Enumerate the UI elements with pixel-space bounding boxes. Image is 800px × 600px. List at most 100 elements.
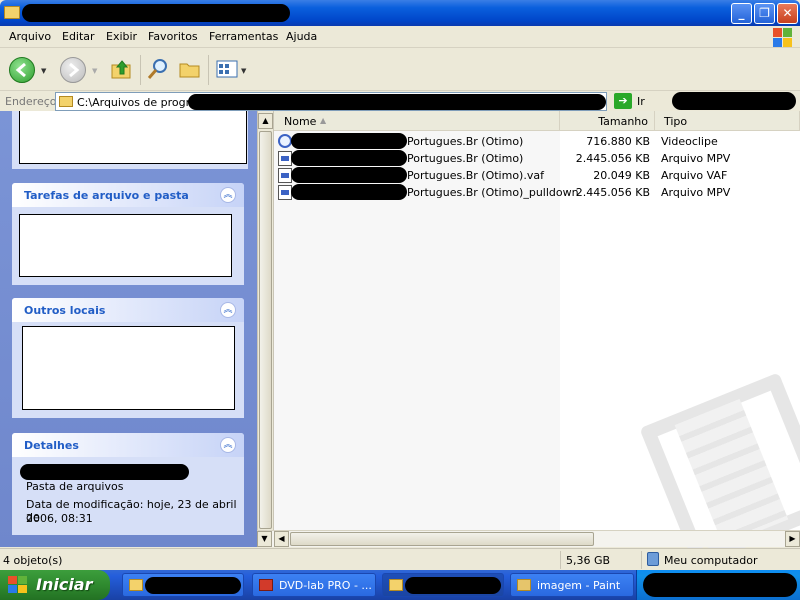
taskbar-paint[interactable]: imagem - Paint [510,573,634,597]
status-separator [641,551,642,569]
minimize-button[interactable]: _ [731,3,752,24]
menu-favoritos[interactable]: Favoritos [148,30,198,43]
file-name: Portugues.Br (Otimo) [407,152,524,165]
file-name: Portugues.Br (Otimo).vaf [407,169,544,182]
menu-bar: Arquivo Editar Exibir Favoritos Ferramen… [0,26,800,48]
start-label: Iniciar [36,575,93,594]
taskbar-dvdlab[interactable]: DVD-lab PRO - ... [252,573,376,597]
location-label: Meu computador [664,554,758,567]
scroll-down-icon[interactable]: ▼ [257,531,272,547]
file-row[interactable]: Portugues.Br (Otimo)_pulldown 2.445.056 … [274,184,800,201]
paint-icon [517,579,531,591]
file-row[interactable]: Portugues.Br (Otimo) 2.445.056 KB Arquiv… [274,150,800,167]
computer-icon [647,552,659,566]
other-places-title: Outros locais [24,304,106,317]
file-name: Portugues.Br (Otimo) [407,135,524,148]
collapse-icon[interactable]: ︽ [220,437,236,453]
column-size-label: Tamanho [598,115,648,128]
file-tasks-content [19,214,232,277]
video-clip-icon [278,134,292,148]
search-icon[interactable] [146,57,170,81]
file-row[interactable]: Portugues.Br (Otimo) 716.880 KB Videocli… [274,133,800,150]
redacted-path [188,94,606,110]
file-type: Arquivo MPV [661,152,731,165]
file-row[interactable]: Portugues.Br (Otimo).vaf 20.049 KB Arqui… [274,167,800,184]
go-arrow-icon[interactable]: ➔ [614,93,632,109]
system-tasks-content [19,111,247,164]
windows-logo-icon [8,576,28,594]
close-button[interactable]: ✕ [777,3,798,24]
object-count: 4 objeto(s) [3,554,63,567]
file-size: 2.445.056 KB [575,152,650,165]
scroll-right-icon[interactable]: ▶ [785,531,800,547]
collapse-icon[interactable]: ︽ [220,187,236,203]
taskbar-explorer-active[interactable] [382,573,504,597]
taskbar-explorer-1[interactable] [122,573,244,597]
status-bar: 4 objeto(s) 5,36 GB Meu computador [0,548,800,570]
file-tasks-title: Tarefas de arquivo e pasta [24,189,189,202]
folder-icon [129,579,143,591]
folder-icon [389,579,403,591]
scroll-up-icon[interactable]: ▲ [258,113,273,129]
sort-ascending-icon: ▲ [320,116,327,125]
other-places-panel: Outros locais ︽ [12,298,244,418]
toolbar-separator [140,55,141,85]
menu-ferramentas[interactable]: Ferramentas [209,30,278,43]
horizontal-scroll-thumb[interactable] [290,532,594,546]
menu-exibir[interactable]: Exibir [106,30,137,43]
file-icon [278,151,292,166]
menu-ajuda[interactable]: Ajuda [286,30,317,43]
menu-editar[interactable]: Editar [62,30,95,43]
back-dropdown-icon[interactable]: ▼ [41,67,46,75]
views-icon[interactable] [215,57,239,81]
address-label: Endereço [5,95,57,108]
redacted-task-label [405,577,501,594]
start-button[interactable]: Iniciar [0,570,110,600]
total-size: 5,36 GB [566,554,611,567]
horizontal-scrollbar[interactable]: ▼ ◀ ▶ [257,530,800,547]
forward-icon[interactable] [60,57,86,83]
file-type: Videoclipe [661,135,718,148]
taskbar: Iniciar DVD-lab PRO - ... imagem - Paint [0,570,800,600]
file-icon [278,185,292,200]
windows-logo-icon [772,27,792,47]
up-folder-icon[interactable] [110,57,134,81]
system-tray [636,570,800,600]
scroll-thumb[interactable] [259,131,272,529]
redacted-filename [291,167,407,183]
redacted-filename [291,184,407,200]
column-header-name[interactable]: Nome ▲ [274,111,560,131]
dvdlab-icon [259,579,273,591]
address-bar: Endereço C:\Arquivos de program ➔ Ir [0,91,800,111]
back-icon[interactable] [9,57,35,83]
folder-icon [4,6,20,19]
title-bar[interactable]: _ ❐ ✕ [0,0,800,26]
collapse-icon[interactable]: ︽ [220,302,236,318]
redacted-title [22,4,290,22]
column-type-label: Tipo [664,115,688,128]
other-places-header[interactable]: Outros locais ︽ [12,298,244,322]
menu-arquivo[interactable]: Arquivo [9,30,51,43]
details-panel: Detalhes ︽ Pasta de arquivos Data de mod… [12,433,244,535]
column-header-size[interactable]: Tamanho [560,111,655,131]
file-tasks-header[interactable]: Tarefas de arquivo e pasta ︽ [12,183,244,207]
forward-dropdown-icon[interactable]: ▼ [92,67,97,75]
task-label: DVD-lab PRO - ... [279,579,372,592]
file-icon [278,168,292,183]
details-title: Detalhes [24,439,79,452]
details-header[interactable]: Detalhes ︽ [12,433,244,457]
toolbar-separator [208,55,209,85]
file-type: Arquivo VAF [661,169,728,182]
folders-icon[interactable] [178,57,202,81]
column-header-type[interactable]: Tipo [655,111,800,131]
address-input[interactable]: C:\Arquivos de program [55,92,607,111]
go-button[interactable]: Ir [637,95,645,108]
file-size: 20.049 KB [593,169,650,182]
toolbar: ▼ ▼ ▼ [0,49,800,91]
details-type: Pasta de arquivos [26,480,124,493]
scroll-left-icon[interactable]: ◀ [274,531,289,547]
details-modified-line2: 2006, 08:31 [26,512,93,525]
views-dropdown-icon[interactable]: ▼ [241,67,246,75]
task-pane-scrollbar[interactable]: ▲ [257,111,274,547]
maximize-button[interactable]: ❐ [754,3,775,24]
